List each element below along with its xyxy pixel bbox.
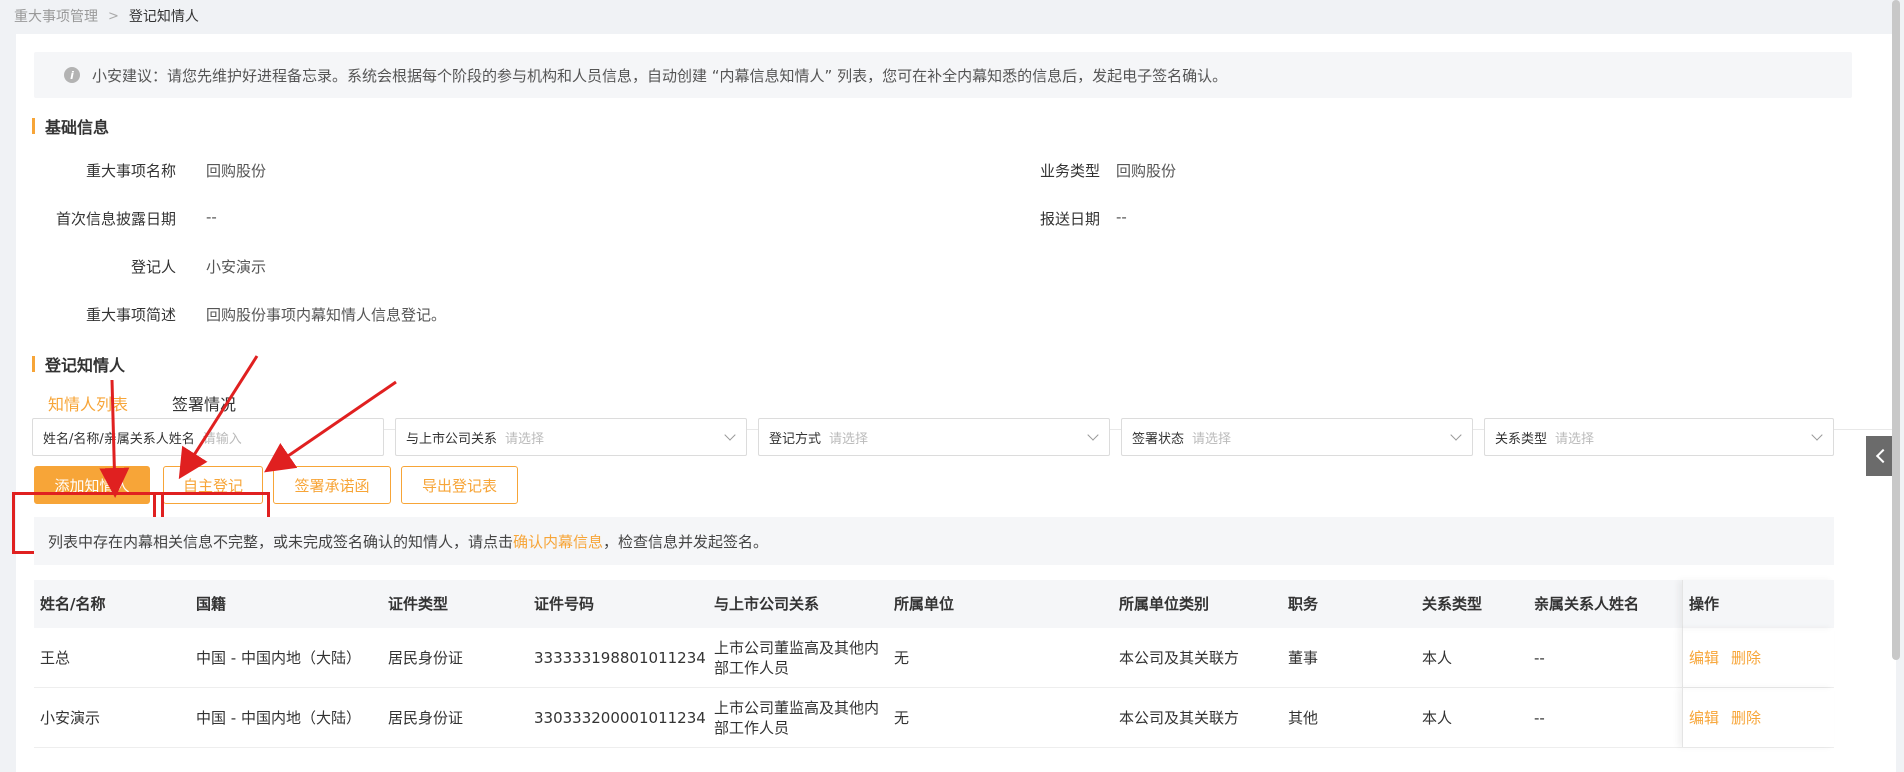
table-row: 王总 中国 - 中国内地（大陆） 居民身份证 33333319880101123…	[34, 628, 1834, 688]
cell-id-type: 居民身份证	[388, 648, 464, 667]
label-registrant: 登记人	[130, 258, 176, 276]
filter-relation-type-select[interactable]: 关系类型 请选择	[1484, 418, 1834, 456]
cell-nationality: 中国 - 中国内地（大陆）	[196, 648, 361, 667]
cell-unit-type: 本公司及其关联方	[1119, 648, 1240, 667]
breadcrumb: 重大事项管理 > 登记知情人	[14, 6, 199, 26]
edit-link[interactable]: 编辑	[1689, 648, 1719, 668]
chevron-down-icon	[1087, 429, 1099, 441]
header-name: 姓名/名称	[40, 595, 106, 613]
section-title-basic: 基础信息	[32, 114, 109, 138]
breadcrumb-current: 登记知情人	[128, 9, 199, 25]
notice-text: 列表中存在内幕相关信息不完整，或未完成签名确认的知情人，请点击	[48, 532, 514, 551]
cell-relation: 上市公司董监高及其他内部工作人员	[714, 638, 880, 677]
value-matter-name: 回购股份	[206, 162, 267, 180]
cell-kin-name: --	[1534, 648, 1545, 667]
header-relation: 与上市公司关系	[714, 595, 820, 613]
notice-banner: 列表中存在内幕相关信息不完整，或未完成签名确认的知情人，请点击 确认内幕信息 ，…	[34, 517, 1834, 565]
value-matter-desc: 回购股份事项内幕知情人信息登记。	[206, 306, 447, 324]
delete-link[interactable]: 删除	[1731, 708, 1761, 728]
header-rel-type: 关系类型	[1422, 595, 1483, 613]
export-register-button[interactable]: 导出登记表	[401, 466, 518, 504]
filter-placeholder: 请选择	[1192, 431, 1232, 447]
header-unit-type: 所属单位类别	[1119, 595, 1210, 613]
notice-text-end: ，检查信息并发起签名。	[603, 532, 769, 551]
header-position: 职务	[1288, 595, 1319, 613]
cell-name: 小安演示	[40, 708, 101, 727]
filter-label: 与上市公司关系	[406, 431, 498, 447]
tip-banner: i 小安建议：请您先维护好进程备忘录。系统会根据每个阶段的参与机构和人员信息，自…	[34, 52, 1852, 98]
header-id-type: 证件类型	[388, 595, 449, 613]
confirm-insider-info-link[interactable]: 确认内幕信息	[513, 531, 603, 552]
label-report-date: 报送日期	[1039, 210, 1100, 228]
value-registrant: 小安演示	[206, 258, 267, 276]
cell-name: 王总	[40, 648, 71, 667]
header-kin-name: 亲属关系人姓名	[1534, 595, 1640, 613]
label-business-type: 业务类型	[1039, 162, 1100, 180]
cell-rel-type: 本人	[1422, 648, 1453, 667]
filter-placeholder: 请输入	[202, 431, 242, 447]
label-matter-name: 重大事项名称	[85, 162, 176, 180]
header-actions: 操作	[1689, 595, 1720, 613]
tip-text: 小安建议：请您先维护好进程备忘录。系统会根据每个阶段的参与机构和人员信息，自动创…	[92, 66, 1228, 85]
section-title-register: 登记知情人	[32, 352, 125, 376]
filter-label: 姓名/名称/亲属关系人姓名	[43, 431, 195, 447]
cell-rel-type: 本人	[1422, 708, 1453, 727]
sign-promise-button[interactable]: 签署承诺函	[273, 466, 391, 504]
filter-label: 登记方式	[769, 431, 822, 447]
cell-id-no: 330333200001011234	[534, 708, 706, 727]
cell-unit: 无	[894, 708, 910, 727]
filter-label: 关系类型	[1495, 431, 1548, 447]
label-matter-desc: 重大事项简述	[85, 306, 176, 324]
breadcrumb-parent[interactable]: 重大事项管理	[14, 6, 98, 26]
header-id-no: 证件号码	[534, 595, 595, 613]
value-first-disclosure-date: --	[206, 208, 217, 226]
filter-sign-status-select[interactable]: 签署状态 请选择	[1121, 418, 1473, 456]
cell-id-no: 333333198801011234	[534, 648, 706, 667]
header-unit: 所属单位	[894, 595, 955, 613]
table-header: 姓名/名称 国籍 证件类型 证件号码 与上市公司关系 所属单位 所属单位类别 职…	[34, 580, 1834, 628]
edit-link[interactable]: 编辑	[1689, 708, 1719, 728]
chevron-down-icon	[1811, 429, 1823, 441]
cell-kin-name: --	[1534, 708, 1545, 727]
info-icon: i	[64, 67, 80, 83]
cell-nationality: 中国 - 中国内地（大陆）	[196, 708, 361, 727]
cell-position: 其他	[1288, 708, 1319, 727]
header-op-col: 操作	[1682, 580, 1834, 628]
value-business-type: 回购股份	[1116, 162, 1177, 180]
section-bar	[32, 356, 35, 372]
label-first-disclosure-date: 首次信息披露日期	[55, 210, 176, 228]
cell-actions: 编辑 删除	[1682, 688, 1834, 747]
section-title-text: 登记知情人	[45, 356, 126, 375]
cell-actions: 编辑 删除	[1682, 628, 1834, 687]
table-row: 小安演示 中国 - 中国内地（大陆） 居民身份证 330333200001011…	[34, 688, 1834, 748]
insider-table: 姓名/名称 国籍 证件类型 证件号码 与上市公司关系 所属单位 所属单位类别 职…	[34, 580, 1834, 748]
cell-unit-type: 本公司及其关联方	[1119, 708, 1240, 727]
section-bar	[32, 118, 35, 134]
filter-placeholder: 请选择	[829, 431, 869, 447]
cell-position: 董事	[1288, 648, 1319, 667]
filter-name-input[interactable]: 姓名/名称/亲属关系人姓名 请输入	[32, 418, 384, 456]
header-nationality: 国籍	[196, 595, 227, 613]
chevron-down-icon	[724, 429, 736, 441]
cell-unit: 无	[894, 648, 910, 667]
chevron-right-icon: >	[108, 8, 119, 24]
section-title-text: 基础信息	[45, 118, 110, 137]
filter-placeholder: 请选择	[1555, 431, 1595, 447]
page-scrollbar[interactable]	[1892, 0, 1900, 660]
cell-id-type: 居民身份证	[388, 708, 464, 727]
filter-placeholder: 请选择	[505, 431, 545, 447]
value-report-date: --	[1116, 208, 1127, 226]
filter-register-method-select[interactable]: 登记方式 请选择	[758, 418, 1110, 456]
delete-link[interactable]: 删除	[1731, 648, 1761, 668]
filter-relation-select[interactable]: 与上市公司关系 请选择	[395, 418, 747, 456]
chevron-left-icon	[1875, 448, 1891, 464]
filter-label: 签署状态	[1132, 431, 1185, 447]
chevron-down-icon	[1450, 429, 1462, 441]
cell-relation: 上市公司董监高及其他内部工作人员	[714, 698, 880, 737]
